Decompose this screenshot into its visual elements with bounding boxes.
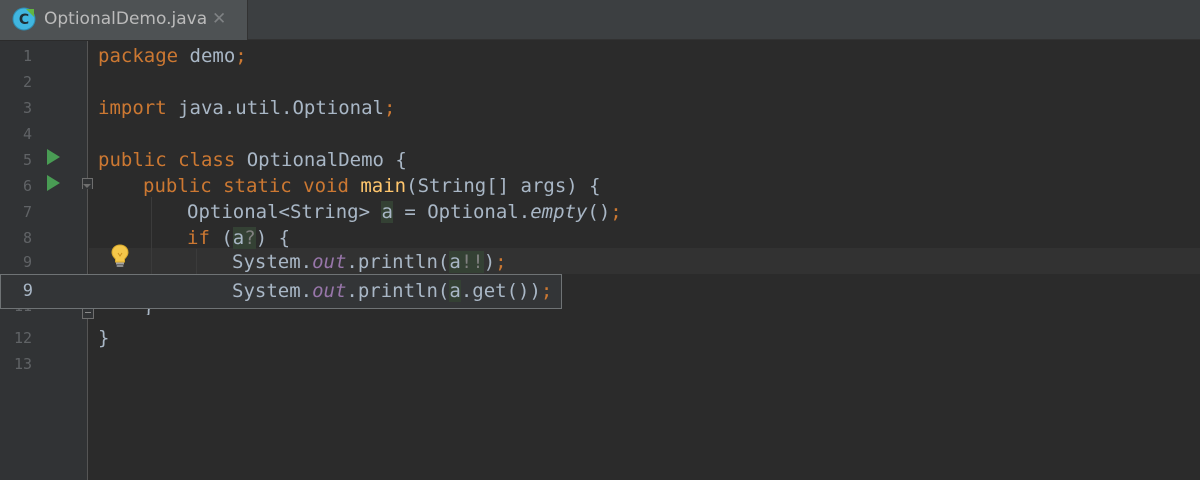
code-line-7: Optional<String> a = Optional.empty();	[187, 201, 622, 223]
run-class-icon[interactable]	[47, 149, 60, 165]
line-number: 7	[22, 203, 32, 221]
run-main-icon[interactable]	[47, 175, 60, 191]
code-editor[interactable]: 1 2 3 4 5 6 7 8 9 11 12 13 package demo;…	[0, 41, 1200, 480]
code-line-5: public class OptionalDemo {	[98, 149, 407, 171]
fold-marker-icon[interactable]	[82, 178, 93, 189]
line-number: 5	[22, 151, 32, 169]
java-class-icon: C	[12, 7, 36, 31]
popup-suggestion[interactable]: System.out.println(a.get());	[232, 275, 552, 308]
close-tab-icon[interactable]: ✕	[212, 0, 226, 38]
gutter: 1 2 3 4 5 6 7 8 9 11 12 13	[0, 41, 88, 480]
popup-line-number: 9	[22, 281, 33, 301]
line-number: 3	[22, 99, 32, 117]
code-line-8: if (a?) {	[187, 227, 291, 249]
line-number: 2	[22, 73, 32, 91]
line-number: 12	[13, 329, 32, 347]
tab-title: OptionalDemo.java	[44, 9, 208, 29]
tab-optionaldemo-java[interactable]: C OptionalDemo.java ✕	[0, 0, 248, 40]
line-number: 8	[22, 229, 32, 247]
completion-popup[interactable]: 9 System.out.println(a.get());	[0, 274, 562, 309]
code-line-1: package demo;	[98, 45, 247, 67]
line-number: 4	[22, 125, 32, 143]
editor-tab-bar: C OptionalDemo.java ✕	[0, 0, 1200, 40]
svg-text:C: C	[19, 12, 29, 28]
line-number: 9	[22, 253, 32, 271]
code-line-12: }	[98, 327, 110, 349]
line-number: 6	[22, 177, 32, 195]
line-number: 13	[13, 355, 32, 373]
line-number: 1	[22, 47, 32, 65]
code-line-3: import java.util.Optional;	[98, 97, 396, 119]
code-line-9: System.out.println(a!!);	[232, 251, 507, 273]
indent-guide	[196, 249, 197, 275]
code-line-6: public static void main(String[] args) {	[143, 175, 601, 197]
lightbulb-icon[interactable]	[110, 243, 130, 269]
